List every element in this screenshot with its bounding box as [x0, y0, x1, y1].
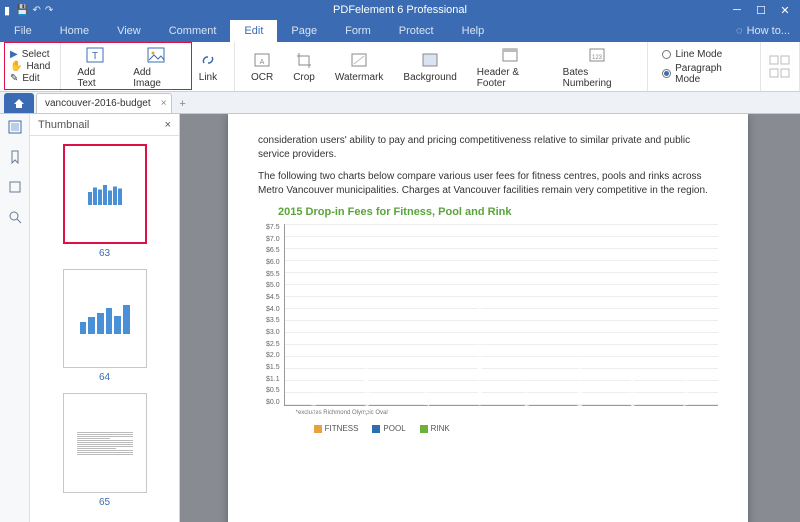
chart-footnote: *excludes Richmond Olympic Oval: [296, 410, 718, 416]
ocr-icon: A: [252, 50, 272, 70]
add-tab-button[interactable]: +: [174, 95, 192, 113]
quick-access-toolbar: 💾 ↶ ↷: [16, 5, 53, 16]
menu-form[interactable]: Form: [331, 20, 385, 42]
search-icon[interactable]: [8, 210, 22, 224]
home-tab[interactable]: [4, 93, 34, 113]
watermark-button[interactable]: Watermark: [327, 50, 392, 83]
thumbnail-panel: Thumbnail × 63 64 65: [30, 114, 180, 522]
ocr-button[interactable]: AOCR: [243, 50, 281, 83]
crop-icon: [294, 50, 314, 70]
menu-home[interactable]: Home: [46, 20, 103, 42]
align-icon[interactable]: [769, 68, 791, 79]
chart-legend: FITNESS POOL RINK: [314, 424, 718, 433]
link-button[interactable]: Link: [190, 50, 226, 83]
bates-icon: 123: [587, 45, 607, 65]
hand-tool[interactable]: ✋Hand: [8, 61, 52, 72]
document-tabs: vancouver-2016-budget× +: [0, 92, 800, 114]
add-text-button[interactable]: TAdd Text: [69, 45, 121, 89]
y-axis: $7.5$7.0$6.5$6.0$5.5$5.0$4.5$4.0$3.5$3.0…: [266, 224, 284, 406]
menu-edit[interactable]: Edit: [230, 20, 277, 42]
menu-view[interactable]: View: [103, 20, 155, 42]
menu-file[interactable]: File: [0, 20, 46, 42]
thumbnail-page[interactable]: [63, 144, 147, 244]
body-text: consideration users' ability to pay and …: [258, 134, 718, 162]
menu-protect[interactable]: Protect: [385, 20, 448, 42]
header-footer-icon: [500, 45, 520, 65]
cursor-icon: ▶: [10, 49, 18, 60]
radio-icon: [662, 50, 671, 59]
chart-title: 2015 Drop-in Fees for Fitness, Pool and …: [278, 206, 718, 218]
thumbnail-page[interactable]: [63, 269, 147, 369]
align-icon[interactable]: [769, 55, 791, 66]
svg-text:T: T: [92, 51, 98, 62]
how-to-link[interactable]: ◌How to...: [736, 25, 790, 37]
pdf-page: consideration users' ability to pay and …: [228, 114, 748, 522]
thumbnail-page[interactable]: [63, 393, 147, 493]
page-number: 65: [99, 497, 110, 508]
thumbnail-title: Thumbnail: [38, 119, 89, 131]
page-number: 64: [99, 372, 110, 383]
app-logo-icon: ▮: [4, 4, 10, 17]
svg-text:A: A: [260, 59, 265, 66]
body-text: The following two charts below compare v…: [258, 170, 718, 198]
paragraph-mode-radio[interactable]: Paragraph Mode: [662, 63, 746, 85]
background-icon: [420, 50, 440, 70]
edit-icon: ✎: [10, 73, 18, 84]
link-icon: [198, 50, 218, 70]
page-number: 63: [99, 248, 110, 259]
edit-tool[interactable]: ✎Edit: [8, 73, 52, 84]
svg-text:123: 123: [592, 55, 603, 61]
close-button[interactable]: ✕: [774, 2, 796, 18]
thumbnails-icon[interactable]: [8, 120, 22, 134]
title-bar: ▮ 💾 ↶ ↷ PDFelement 6 Professional ─ ☐ ✕: [0, 0, 800, 20]
bates-button[interactable]: 123Bates Numbering: [555, 45, 640, 89]
maximize-button[interactable]: ☐: [750, 2, 772, 18]
hand-icon: ✋: [10, 61, 22, 72]
background-button[interactable]: Background: [395, 50, 464, 83]
watermark-icon: [349, 50, 369, 70]
app-title: PDFelement 6 Professional: [333, 4, 467, 16]
select-tool[interactable]: ▶Select: [8, 49, 52, 60]
line-mode-radio[interactable]: Line Mode: [662, 49, 746, 60]
text-icon: T: [85, 45, 105, 65]
bulb-icon: ◌: [736, 25, 743, 37]
menu-help[interactable]: Help: [448, 20, 499, 42]
home-icon: [12, 97, 26, 109]
side-toolbar: [0, 114, 30, 522]
menu-page[interactable]: Page: [277, 20, 331, 42]
crop-button[interactable]: Crop: [285, 50, 323, 83]
radio-icon: [662, 69, 671, 78]
document-canvas[interactable]: consideration users' ability to pay and …: [180, 114, 800, 522]
menu-bar: File Home View Comment Edit Page Form Pr…: [0, 20, 800, 42]
document-tab[interactable]: vancouver-2016-budget×: [36, 93, 172, 113]
chart-plot: BURNABYNORTH VANCOUVERSURREYSURREY LEISU…: [284, 224, 718, 406]
header-footer-button[interactable]: Header & Footer: [469, 45, 551, 89]
attachment-icon[interactable]: [8, 180, 22, 194]
add-image-button[interactable]: Add Image: [125, 45, 186, 89]
menu-comment[interactable]: Comment: [155, 20, 231, 42]
ribbon: ▶Select ✋Hand ✎Edit TAdd Text Add Image …: [0, 42, 800, 92]
close-tab-icon[interactable]: ×: [161, 98, 167, 109]
minimize-button[interactable]: ─: [726, 2, 748, 18]
close-panel-icon[interactable]: ×: [165, 119, 171, 131]
bookmark-icon[interactable]: [8, 150, 22, 164]
chart: $7.5$7.0$6.5$6.0$5.5$5.0$4.5$4.0$3.5$3.0…: [266, 224, 718, 433]
undo-icon[interactable]: ↶: [33, 5, 41, 16]
image-icon: [146, 45, 166, 65]
redo-icon[interactable]: ↷: [45, 5, 53, 16]
save-icon[interactable]: 💾: [16, 5, 28, 16]
